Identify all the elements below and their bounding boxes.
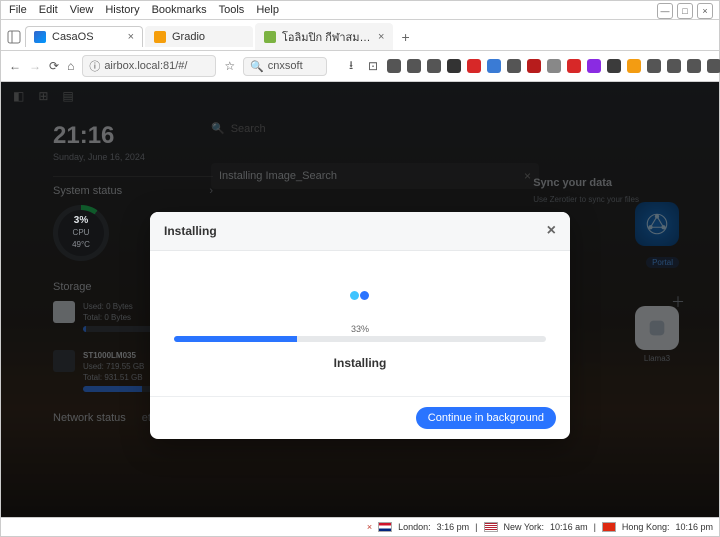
london-label: London: [398,522,431,532]
close-icon[interactable]: × [378,31,384,43]
downloads-icon[interactable]: ⭳ [343,58,359,74]
toolbar-extensions: ⭳ ⊡ ≫ ≡ [343,58,720,74]
tab-olympic[interactable]: โอลิมปิก กีฬาสมานฉันท์ ห × [255,23,393,50]
extension-icon[interactable] [387,59,401,73]
page-favicon [264,31,276,43]
extension-icon[interactable] [447,59,461,73]
extension-icon[interactable] [707,59,720,73]
menu-bookmarks[interactable]: Bookmarks [152,4,207,16]
menu-help[interactable]: Help [256,4,279,16]
dialog-title: Installing [164,224,217,238]
clock-indicator-icon: × [367,522,372,532]
extension-icon[interactable] [647,59,661,73]
hk-flag-icon [602,522,616,532]
ny-time: 10:16 am [550,522,588,532]
progress-percent: 33% [174,324,546,334]
extension-icon[interactable] [427,59,441,73]
menu-edit[interactable]: Edit [39,4,58,16]
browser-tab-strip: CasaOS × Gradio โอลิมปิก กีฬาสมานฉันท์ ห… [1,20,719,51]
uk-flag-icon [378,522,392,532]
address-bar: ← → ⟳ ⌂ ⓘ airbox.local:81/#/ ☆ 🔍 cnxsoft… [1,51,719,82]
home-button[interactable]: ⌂ [67,58,74,74]
forward-button[interactable]: → [29,58,41,74]
extension-icon[interactable] [607,59,621,73]
extension-icon[interactable] [407,59,421,73]
hk-time: 10:16 pm [675,522,713,532]
cpu-temp: 49°C [72,239,90,251]
extension-icon[interactable] [467,59,481,73]
reload-button[interactable]: ⟳ [49,58,59,74]
menu-tools[interactable]: Tools [219,4,245,16]
continue-background-button[interactable]: Continue in background [416,407,556,429]
maximize-button[interactable]: □ [677,3,693,19]
system-taskbar: × London: 3:16 pm | New York: 10:16 am |… [1,517,719,536]
close-button[interactable]: × [697,3,713,19]
extension-icon[interactable] [627,59,641,73]
extension-icon[interactable] [667,59,681,73]
london-time: 3:16 pm [437,522,470,532]
extension-icon[interactable] [587,59,601,73]
close-icon[interactable]: × [547,222,556,240]
minimize-button[interactable]: — [657,3,673,19]
ny-label: New York: [504,522,545,532]
extension-icon[interactable] [567,59,581,73]
menu-history[interactable]: History [105,4,139,16]
extension-icon[interactable] [487,59,501,73]
bookmark-star-icon[interactable]: ☆ [224,58,235,74]
menu-file[interactable]: File [9,4,27,16]
us-flag-icon [484,522,498,532]
sidebar-toggle-icon[interactable] [5,28,23,46]
new-tab-button[interactable]: + [395,29,415,45]
tab-label: โอลิมปิก กีฬาสมานฉันท์ ห [282,28,372,46]
page-content: ◧ ⊞ ▤ 21:16 Sunday, June 16, 2024 System… [1,82,719,517]
progress-bar [174,336,546,342]
extension-icon[interactable] [527,59,541,73]
search-text: cnxsoft [268,60,303,72]
menubar: File Edit View History Bookmarks Tools H… [1,1,719,20]
casaos-favicon [34,31,46,43]
lock-icon: ⓘ [89,58,100,74]
menu-view[interactable]: View [70,4,94,16]
loading-icon [350,291,371,300]
extension-icon[interactable] [547,59,561,73]
cpu-label: CPU [72,227,90,239]
hk-label: Hong Kong: [622,522,670,532]
search-icon: 🔍 [250,60,264,73]
dialog-layer: Installing × 33% Installing Continue in … [1,82,719,517]
url-text: airbox.local:81/#/ [104,60,187,72]
url-input[interactable]: ⓘ airbox.local:81/#/ [82,55,216,77]
search-input[interactable]: 🔍 cnxsoft [243,57,327,76]
extension-icon[interactable] [507,59,521,73]
account-icon[interactable]: ⊡ [365,58,381,74]
tab-gradio[interactable]: Gradio [145,26,253,47]
extension-icon[interactable] [687,59,701,73]
tab-casaos[interactable]: CasaOS × [25,26,143,47]
gradio-favicon [154,31,166,43]
cpu-percent: 3% [72,215,90,227]
tab-label: CasaOS [52,31,94,43]
window-controls: — □ × [657,3,713,19]
installing-dialog: Installing × 33% Installing Continue in … [150,212,570,439]
progress-status: Installing [174,356,546,370]
back-button[interactable]: ← [9,58,21,74]
tab-label: Gradio [172,31,205,43]
close-icon[interactable]: × [128,31,134,43]
